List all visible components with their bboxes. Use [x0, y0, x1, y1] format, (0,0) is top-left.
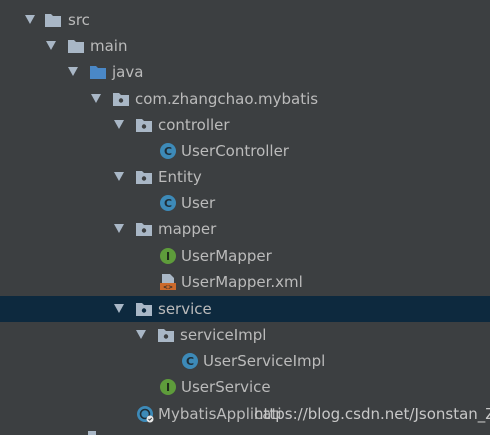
package-icon: [135, 116, 153, 134]
interface-icon: I: [159, 378, 177, 396]
folder-icon: [44, 11, 62, 29]
xml-file-icon: <>: [159, 273, 177, 291]
tree-item-label: serviceImpl: [180, 326, 267, 344]
package-icon: [135, 168, 153, 186]
tree-item-user[interactable]: C User: [0, 190, 490, 216]
next-row-arrow-fragment: [88, 431, 96, 435]
tree-item-label: mapper: [158, 220, 217, 238]
tree-item-user-mapper-xml[interactable]: <> UserMapper.xml: [0, 269, 490, 295]
tree-item-label: UserMapper.xml: [181, 273, 303, 291]
expand-arrow-icon[interactable]: [68, 67, 78, 76]
tree-item-controller[interactable]: controller: [0, 112, 490, 138]
svg-text:I: I: [166, 250, 170, 263]
tree-item-label: service: [158, 300, 212, 318]
tree-item-entity[interactable]: Entity: [0, 164, 490, 190]
class-icon: C: [181, 352, 199, 370]
tree-item-label: UserMapper: [181, 247, 272, 265]
tree-item-user-service[interactable]: I UserService: [0, 374, 490, 400]
svg-text:C: C: [164, 197, 172, 210]
expand-arrow-icon[interactable]: [114, 172, 124, 181]
package-icon: [112, 90, 130, 108]
expand-arrow-icon[interactable]: [46, 41, 56, 50]
tree-item-label: controller: [158, 116, 230, 134]
expand-arrow-icon[interactable]: [136, 330, 146, 339]
tree-item-package-root[interactable]: com.zhangchao.mybatis: [0, 86, 490, 112]
tree-item-user-controller[interactable]: C UserController: [0, 138, 490, 164]
tree-item-label: User: [181, 194, 216, 212]
expand-arrow-icon[interactable]: [91, 94, 101, 103]
svg-text:C: C: [186, 355, 194, 368]
tree-item-user-mapper[interactable]: I UserMapper: [0, 243, 490, 269]
tree-item-label: UserController: [181, 142, 289, 160]
tree-item-mapper[interactable]: mapper: [0, 216, 490, 242]
expand-arrow-icon[interactable]: [114, 120, 124, 129]
tree-item-label: src: [68, 11, 90, 29]
svg-text:<>: <>: [163, 284, 173, 291]
package-icon: [157, 326, 175, 344]
interface-icon: I: [159, 247, 177, 265]
tree-item-service-impl[interactable]: serviceImpl: [0, 322, 490, 348]
tree-item-service[interactable]: service: [0, 296, 490, 322]
class-icon: C: [159, 142, 177, 160]
svg-text:I: I: [166, 381, 170, 394]
tree-item-label: Entity: [158, 168, 202, 186]
source-folder-icon: [89, 63, 107, 81]
tree-item-java[interactable]: java: [0, 59, 490, 85]
tree-item-label: UserServiceImpl: [203, 352, 326, 370]
tree-item-user-service-impl[interactable]: C UserServiceImpl: [0, 348, 490, 374]
package-icon: [135, 220, 153, 238]
tree-item-label: UserService: [181, 378, 271, 396]
expand-arrow-icon[interactable]: [114, 224, 124, 233]
package-icon: [135, 300, 153, 318]
expand-arrow-icon[interactable]: [114, 304, 124, 313]
tree-item-label: java: [112, 63, 144, 81]
expand-arrow-icon[interactable]: [25, 15, 35, 24]
class-icon: C: [159, 194, 177, 212]
watermark-text: https://blog.csdn.net/Jsonstan_Z: [254, 405, 490, 423]
tree-item-label: main: [90, 37, 128, 55]
tree-item-main[interactable]: main: [0, 33, 490, 59]
tree-item-src[interactable]: src: [0, 7, 490, 33]
spring-app-icon: [136, 405, 154, 423]
folder-icon: [67, 37, 85, 55]
svg-text:C: C: [164, 145, 172, 158]
tree-item-label: com.zhangchao.mybatis: [135, 90, 319, 108]
